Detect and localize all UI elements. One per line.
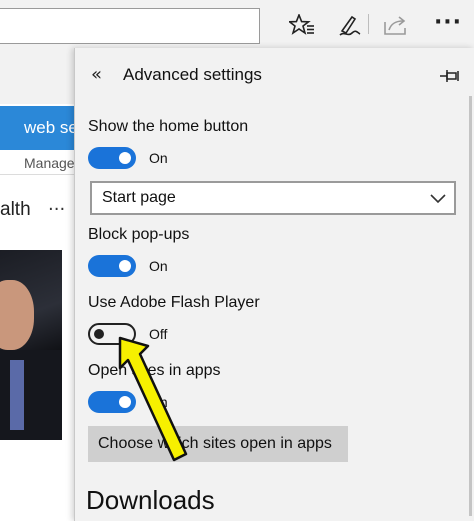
section-more-button[interactable]: ··· (48, 199, 65, 220)
flash-player-state: Off (149, 326, 168, 342)
page-strip (0, 48, 80, 104)
downloads-heading: Downloads (86, 485, 215, 515)
manage-link[interactable]: Manage (24, 155, 75, 171)
home-page-select[interactable]: Start page (90, 181, 456, 215)
divider (0, 174, 78, 175)
block-popups-state: On (149, 258, 168, 274)
scrollbar[interactable] (469, 96, 472, 516)
block-popups-toggle[interactable] (88, 255, 136, 277)
choose-sites-button[interactable]: Choose which sites open in apps (88, 426, 348, 462)
address-bar[interactable] (0, 8, 260, 44)
share-icon[interactable] (382, 12, 410, 38)
home-button-label: Show the home button (88, 118, 249, 135)
panel-title: Advanced settings (123, 65, 262, 84)
flash-player-label: Use Adobe Flash Player (88, 294, 260, 311)
home-button-state: On (149, 150, 168, 166)
favorites-star-icon[interactable] (288, 12, 316, 38)
more-options-button[interactable]: ··· (428, 10, 468, 36)
web-note-pen-icon[interactable] (336, 12, 364, 38)
toolbar-separator (368, 14, 369, 34)
news-photo[interactable] (0, 250, 62, 440)
toggle-knob (119, 260, 131, 272)
home-button-toggle[interactable] (88, 147, 136, 169)
web-search-button[interactable]: web se (0, 106, 82, 150)
flash-player-toggle[interactable] (88, 323, 136, 345)
pin-icon[interactable] (439, 68, 461, 84)
advanced-settings-panel: « Advanced settings Show the home button… (74, 48, 474, 521)
back-chevron-icon[interactable]: « (91, 64, 102, 85)
toggle-knob (119, 152, 131, 164)
block-popups-label: Block pop-ups (88, 226, 190, 243)
browser-toolbar: ··· (0, 0, 474, 48)
open-sites-state: On (149, 394, 168, 410)
open-sites-toggle[interactable] (88, 391, 136, 413)
section-heading: alth (0, 199, 31, 220)
toggle-knob (94, 329, 104, 339)
chevron-down-icon (430, 191, 446, 205)
toggle-knob (119, 396, 131, 408)
home-page-select-value: Start page (102, 189, 176, 206)
open-sites-label: Open sites in apps (88, 362, 221, 379)
panel-header: « Advanced settings (75, 48, 474, 96)
